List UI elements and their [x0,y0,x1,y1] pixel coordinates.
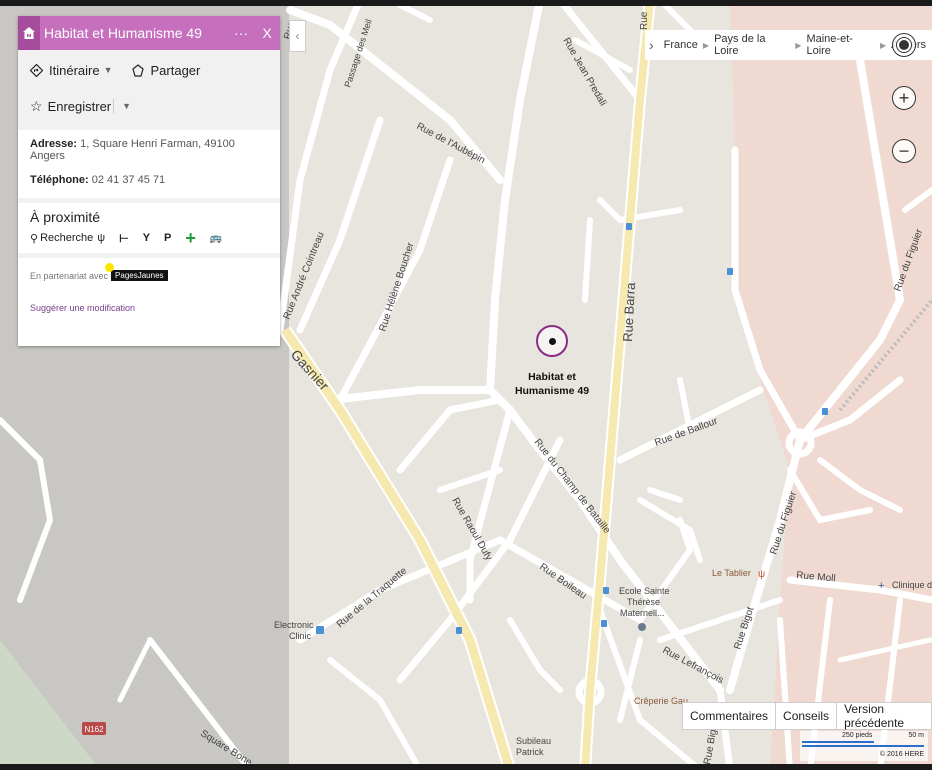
nearby-restaurants-button[interactable]: ψ [97,232,105,244]
feedback-bar: Commentaires Conseils Version précédente [682,702,932,730]
address-label: Adresse: [30,138,78,150]
map-copyright: © 2016 HERE [879,751,924,758]
bed-icon: ⊢ [119,232,129,245]
breadcrumb-item-department[interactable]: Maine-et-Loire [806,33,875,57]
nearby-search-label: Recherche [40,232,94,244]
map-scale: 250 pieds 50 m © 2016 HERE [800,731,928,761]
nearby-title: À proximité [30,209,101,225]
street-label: Rue [639,11,650,30]
save-label: Enregistrer [47,98,112,114]
scale-bar-meters [802,745,924,747]
poi-label: Crêperie Gau [634,696,688,706]
breadcrumb-separator-icon: ▶ [702,40,710,50]
collapse-panel-button[interactable]: ‹ [289,20,306,52]
place-info: Adresse: 1, Square Henri Farman, 49100 A… [18,130,280,186]
nearby-parking-button[interactable]: P [164,232,171,244]
tips-button[interactable]: Conseils [776,703,838,729]
comments-button[interactable]: Commentaires [683,703,777,729]
fork-knife-icon: ψ [97,232,106,244]
breadcrumb-separator-icon: ▶ [795,40,802,50]
breadcrumb: › France ▶ Pays de la Loire ▶ Maine-et-L… [645,30,932,60]
address-row: Adresse: 1, Square Henri Farman, 49100 A… [30,138,270,162]
poi-label: Clinic [289,631,312,641]
scale-feet: 250 pieds [842,732,873,739]
pagesjaunes-label: PagesJaunes [115,271,164,280]
chevron-right-icon[interactable]: › [649,37,654,53]
locate-me-button[interactable] [892,33,916,57]
breadcrumb-item-region[interactable]: Pays de la Loire [714,33,790,57]
directions-icon [30,63,43,77]
previous-version-button[interactable]: Version précédente [837,702,931,730]
nearby-hotels-button[interactable]: ⊢ [119,232,129,245]
scale-bar-feet [802,741,874,743]
chevron-down-icon: ▼ [103,65,113,75]
share-icon [131,63,144,77]
street-label: Rue Barra [620,281,638,342]
save-dropdown-chevron-icon[interactable]: ▼ [122,101,131,111]
clinic-icon[interactable] [316,626,324,634]
share-label: Partager [150,62,201,78]
phone-label: Téléphone: [30,174,89,186]
save-button[interactable]: ☆ Enregistrer [30,98,111,115]
road-shield-n162: N162 [84,725,104,734]
selected-place-pin[interactable] [536,325,568,357]
scale-meters: 50 m [908,732,924,739]
restaurant-icon[interactable]: ψ [758,569,765,580]
suggest-edit-link[interactable]: Suggérer une modification [18,281,280,313]
nearby-search-button[interactable]: ⚲ Recherche [30,232,93,245]
parking-icon: P [164,232,172,244]
panel-actions: Itinéraire ▼ Partager ☆ Enregistrer ▼ [18,50,280,130]
window-top-edge [0,0,932,6]
nearby-more-button[interactable]: + [185,228,196,248]
close-button[interactable]: X [254,25,280,41]
plus-icon: + [185,228,196,248]
zoom-out-button[interactable]: − [892,139,916,163]
zoom-in-icon: + [898,88,910,108]
poi-label: Electronic [274,620,314,630]
place-label-line2: Humanisme 49 [514,385,590,397]
pagesjaunes-logo[interactable]: PagesJaunes [105,263,168,281]
nearby-section: À proximité ⚲ Recherche ψ ⊢ Y P + 🚌 [18,203,280,253]
poi-label: Clinique du [892,580,932,590]
more-options-button[interactable]: ··· [228,25,254,41]
locate-icon [897,38,911,52]
selected-place-label: Habitat et Humanisme 49 [502,370,602,398]
poi-label: Thérèse [627,597,660,607]
window-bottom-edge [0,764,932,770]
partner-row: En partenariat avec PagesJaunes [18,258,280,281]
medical-cross-icon[interactable]: + [878,580,884,592]
breadcrumb-item-country[interactable]: France [664,39,698,51]
breadcrumb-separator-icon: ▶ [879,40,887,50]
share-button[interactable]: Partager [131,62,201,78]
poi-label: Ecole Sainte [619,586,670,596]
pin-dot [548,337,556,345]
bus-icon: 🚌 [209,232,223,244]
poi-label: Le Tablier [712,568,751,578]
poi-label: Maternell... [620,608,665,618]
zoom-out-icon: − [898,141,910,161]
star-icon: ☆ [30,97,43,114]
place-details-panel: Habitat et Humanisme 49 ··· X Itinéraire… [18,16,280,346]
poi-label: Patrick [516,747,544,757]
panel-title: Habitat et Humanisme 49 [44,25,202,41]
panel-header: Habitat et Humanisme 49 ··· X [18,16,280,50]
school-icon[interactable] [638,623,646,631]
search-icon: ⚲ [30,232,39,245]
nearby-transit-button[interactable]: 🚌 [210,233,222,244]
nearby-bars-button[interactable]: Y [143,232,150,244]
home-icon [18,16,40,50]
partner-text: En partenariat avec [30,270,109,281]
split-divider [113,99,115,113]
poi-label: Subileau [516,736,551,746]
phone-value[interactable]: 02 41 37 45 71 [92,174,165,186]
directions-button[interactable]: Itinéraire ▼ [30,63,113,78]
zoom-in-button[interactable]: + [892,86,916,110]
directions-label: Itinéraire [49,62,100,78]
place-label-line1: Habitat et [528,371,576,383]
smile-icon [105,263,115,272]
chevron-left-icon: ‹ [295,29,300,43]
cocktail-icon: Y [142,232,151,244]
phone-row: Téléphone: 02 41 37 45 71 [30,174,270,186]
